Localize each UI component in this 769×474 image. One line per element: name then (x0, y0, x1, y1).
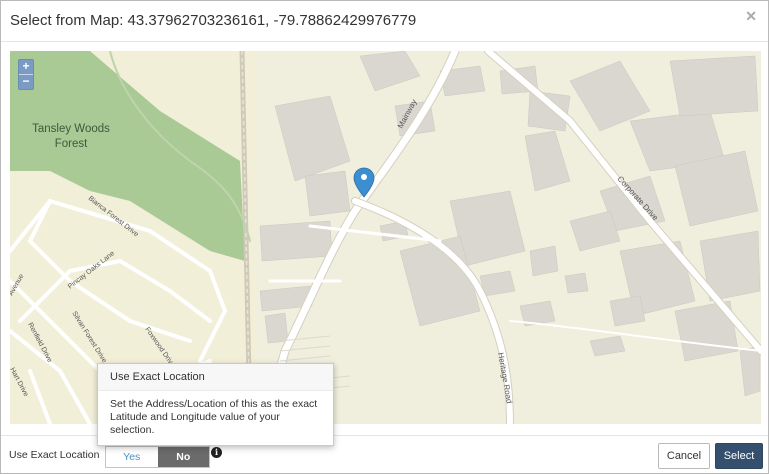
dialog-title: Select from Map: 43.37962703236161, -79.… (10, 12, 417, 29)
use-exact-location-label: Use Exact Location (9, 449, 100, 461)
info-icon[interactable]: i (211, 447, 222, 458)
select-button[interactable]: Select (715, 443, 763, 469)
no-option[interactable]: No (157, 447, 209, 467)
cancel-button[interactable]: Cancel (658, 443, 710, 469)
forest-label-line2: Forest (55, 138, 88, 150)
zoom-control: + − (18, 59, 34, 90)
tooltip-title: Use Exact Location (98, 364, 333, 391)
forest-label-line1: Tansley Woods (32, 123, 110, 135)
use-exact-location-toggle[interactable]: Yes No (105, 446, 210, 468)
dialog-header: Select from Map: 43.37962703236161, -79.… (1, 1, 768, 42)
tooltip-body: Set the Address/Location of this as the … (110, 398, 318, 436)
yes-option[interactable]: Yes (106, 447, 158, 467)
use-exact-location-tooltip: Use Exact Location Set the Address/Locat… (97, 363, 334, 446)
close-icon[interactable]: ✕ (745, 8, 757, 25)
zoom-out-button[interactable]: − (19, 74, 33, 89)
zoom-in-button[interactable]: + (19, 60, 33, 74)
